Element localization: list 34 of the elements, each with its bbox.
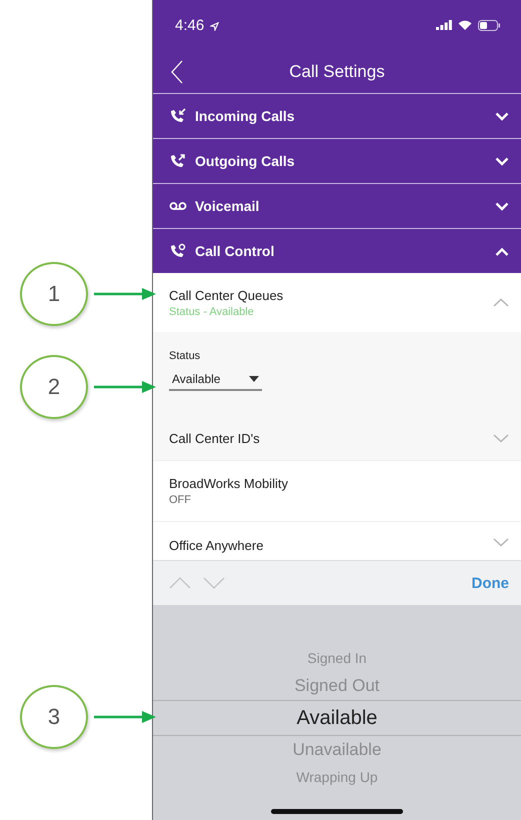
section-header[interactable]: Voicemail bbox=[153, 183, 521, 228]
picker-wheel[interactable]: Signed In Signed Out Available Unavailable Wrapping Up bbox=[153, 605, 521, 820]
up-chevron-icon[interactable] bbox=[169, 577, 191, 589]
row-title: BroadWorks Mobility bbox=[169, 476, 289, 491]
field-label: Status bbox=[169, 350, 202, 362]
battery-icon bbox=[478, 20, 501, 30]
row-subtitle: OFF bbox=[169, 494, 192, 506]
status-text: Status - Available bbox=[169, 306, 255, 318]
section-header[interactable]: Outgoing Calls bbox=[153, 138, 521, 183]
screen-title: Call Settings bbox=[289, 62, 385, 82]
clock-time: 4:46 bbox=[175, 16, 204, 34]
row-title: Call Center Queues bbox=[169, 288, 284, 302]
row-title: Call Center ID's bbox=[169, 431, 261, 446]
callout-number: 1 bbox=[20, 262, 88, 326]
caret-icon bbox=[249, 376, 259, 382]
section-header[interactable]: Incoming Calls bbox=[153, 93, 521, 138]
arrow-icon bbox=[94, 288, 156, 300]
voicemail-icon bbox=[169, 201, 187, 211]
phone-outgoing-icon bbox=[169, 153, 187, 169]
phone-incoming-icon bbox=[169, 108, 187, 124]
location-arrow-icon bbox=[210, 22, 220, 30]
signal-icon bbox=[436, 20, 452, 30]
back-icon[interactable] bbox=[171, 60, 183, 84]
status-dropdown[interactable]: Available bbox=[169, 372, 262, 391]
row-title: Office Anywhere bbox=[169, 538, 264, 553]
picker-option[interactable]: Available bbox=[153, 700, 521, 736]
arrow-icon bbox=[94, 381, 156, 393]
arrow-icon bbox=[94, 711, 156, 723]
callout-number: 3 bbox=[20, 685, 88, 749]
section-header[interactable]: Call Control bbox=[153, 228, 521, 273]
list-row[interactable]: Call Center ID's bbox=[153, 417, 521, 461]
callout-number: 2 bbox=[20, 355, 88, 419]
down-chevron-icon[interactable] bbox=[203, 577, 225, 589]
wifi-icon bbox=[458, 20, 472, 30]
